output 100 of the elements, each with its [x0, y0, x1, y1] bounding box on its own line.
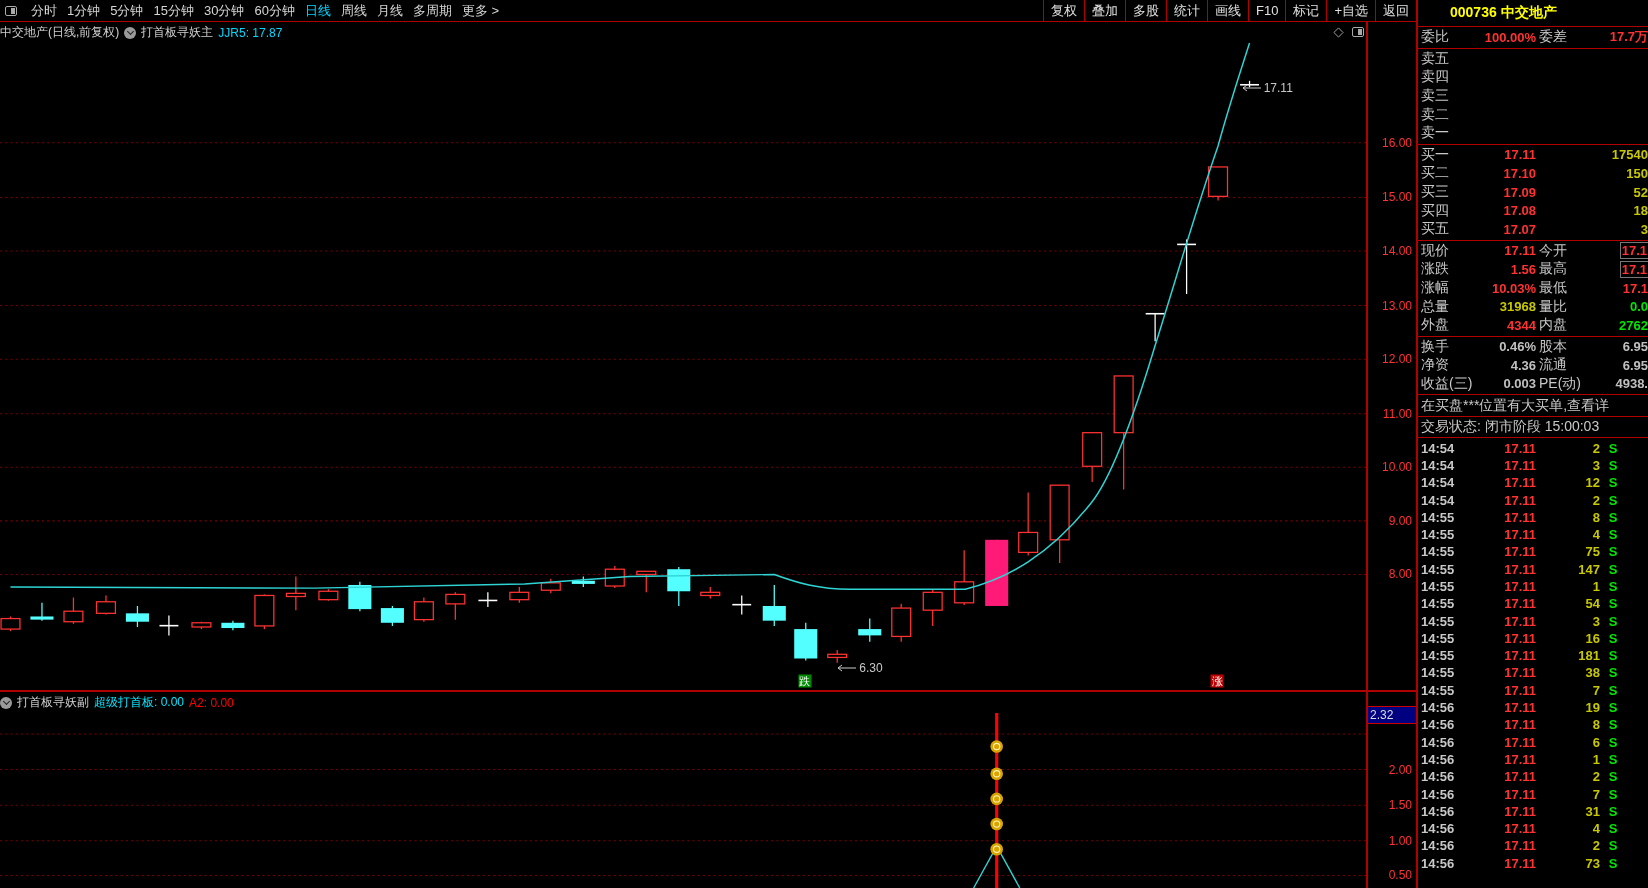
trade-time: 14:55: [1421, 682, 1456, 698]
trade-volume: 73: [1584, 855, 1600, 871]
dropdown-icon[interactable]: [0, 696, 12, 709]
period-tab[interactable]: 更多 >: [461, 1, 500, 20]
trade-side: S: [1607, 630, 1619, 646]
trade-side: S: [1607, 613, 1619, 629]
panel-toggle-icon[interactable]: [5, 5, 17, 16]
coin-icon: [990, 817, 1003, 831]
trade-volume: 75: [1584, 544, 1600, 560]
candlestick: [1145, 312, 1165, 342]
coin-icon: [990, 792, 1003, 806]
trade-side: S: [1607, 579, 1619, 594]
trade-volume: 3: [1591, 457, 1600, 473]
candlestick: [348, 581, 372, 612]
period-tab[interactable]: 1分钟: [67, 1, 101, 20]
order-level-label: 买五: [1421, 220, 1449, 239]
field-value: 6.95: [1622, 339, 1648, 355]
trade-side: S: [1607, 561, 1619, 577]
period-tab[interactable]: 15分钟: [153, 1, 194, 20]
toolbar-button[interactable]: +自选: [1326, 0, 1375, 21]
diamond-icon[interactable]: [1333, 27, 1344, 38]
toolbar-button[interactable]: 叠加: [1084, 0, 1125, 21]
indicator-name: 打首板寻妖主: [141, 24, 214, 41]
period-tab[interactable]: 分时: [31, 1, 57, 20]
order-level-label: 卖一: [1421, 124, 1449, 143]
axis-label: 14.00: [1381, 243, 1412, 258]
candlestick: [285, 575, 306, 611]
toolbar-button[interactable]: 复权: [1043, 0, 1084, 21]
signal-marker: 跌: [798, 674, 812, 688]
trade-volume: 3: [1591, 613, 1600, 629]
trade-side: S: [1607, 751, 1619, 767]
trade-side: S: [1607, 682, 1619, 698]
order-level-label: 卖三: [1421, 87, 1449, 106]
axis-label: 1.50: [1388, 798, 1412, 813]
candlestick: [985, 539, 1009, 607]
trade-volume: 31: [1584, 803, 1600, 819]
trade-side: S: [1607, 492, 1619, 508]
trade-price: 17.11: [1503, 561, 1536, 577]
current-value-label: 2.32: [1368, 706, 1416, 724]
period-tab[interactable]: 60分钟: [254, 1, 295, 20]
candlestick: [1018, 491, 1039, 557]
candlestick: [667, 566, 691, 607]
trade-volume: 181: [1577, 648, 1600, 664]
trade-time: 14:55: [1421, 665, 1456, 681]
field-value: 2762: [1619, 317, 1648, 333]
trade-side: S: [1607, 440, 1619, 456]
field-value: 100.00%: [1484, 29, 1536, 45]
period-tab[interactable]: 30分钟: [203, 1, 245, 20]
axis-label: 16.00: [1381, 135, 1412, 150]
period-tab[interactable]: 日线: [304, 1, 331, 20]
field-label: 最低: [1539, 279, 1567, 297]
candlestick: [1208, 166, 1229, 202]
axis-label: 10.00: [1381, 460, 1412, 475]
field-label: 总量: [1421, 297, 1449, 316]
trade-time: 14:55: [1421, 544, 1456, 560]
trade-volume: 1: [1591, 579, 1600, 594]
price-label: 6.30: [859, 660, 883, 675]
toolbar-button[interactable]: 标记: [1285, 0, 1327, 21]
trade-volume: 7: [1591, 682, 1600, 698]
toolbar-button[interactable]: 返回: [1375, 0, 1416, 21]
candlestick: [318, 588, 339, 602]
trade-price: 17.11: [1503, 665, 1536, 681]
trade-price: 17.11: [1503, 786, 1536, 802]
dropdown-icon[interactable]: [124, 26, 137, 39]
period-tab[interactable]: 5分钟: [110, 1, 144, 20]
trade-side: S: [1607, 803, 1619, 819]
trade-price: 17.11: [1503, 803, 1536, 819]
candlestick: [922, 588, 943, 627]
trade-time: 14:55: [1421, 596, 1456, 612]
field-value: 31968: [1499, 299, 1536, 315]
candlestick: [827, 649, 848, 664]
field-label: 换手: [1421, 337, 1449, 356]
toolbar-button[interactable]: 多股: [1125, 0, 1166, 21]
trade-volume: 2: [1591, 838, 1600, 854]
panel-toggle-icon[interactable]: [1352, 27, 1364, 37]
field-label: 内盘: [1539, 316, 1567, 335]
toolbar-button[interactable]: 画线: [1207, 0, 1248, 21]
trade-side: S: [1607, 596, 1619, 612]
trade-side: S: [1607, 855, 1619, 871]
trade-price: 17.11: [1503, 838, 1536, 854]
trade-time: 14:56: [1421, 769, 1456, 785]
trade-time: 14:55: [1421, 527, 1456, 543]
period-tab[interactable]: 多周期: [412, 1, 452, 20]
trade-side: S: [1607, 665, 1619, 681]
trade-volume: 2: [1591, 440, 1600, 456]
toolbar-button[interactable]: F10: [1248, 0, 1286, 21]
axis-label: 2.00: [1388, 762, 1412, 777]
period-tab[interactable]: 周线: [340, 1, 367, 20]
order-level-label: 买四: [1421, 201, 1449, 220]
candlestick: [732, 594, 752, 615]
field-value: 17.1: [1620, 261, 1648, 277]
candlestick: [1082, 432, 1103, 483]
toolbar-button[interactable]: 统计: [1166, 0, 1207, 21]
period-tab[interactable]: 月线: [376, 1, 403, 20]
trade-side: S: [1607, 700, 1619, 716]
trade-price: 17.11: [1503, 700, 1536, 716]
trade-side: S: [1607, 457, 1619, 473]
indicator-reading: 超级打首板: 0.00: [94, 694, 185, 711]
candlestick: [125, 605, 149, 628]
trade-volume: 7: [1591, 786, 1600, 802]
